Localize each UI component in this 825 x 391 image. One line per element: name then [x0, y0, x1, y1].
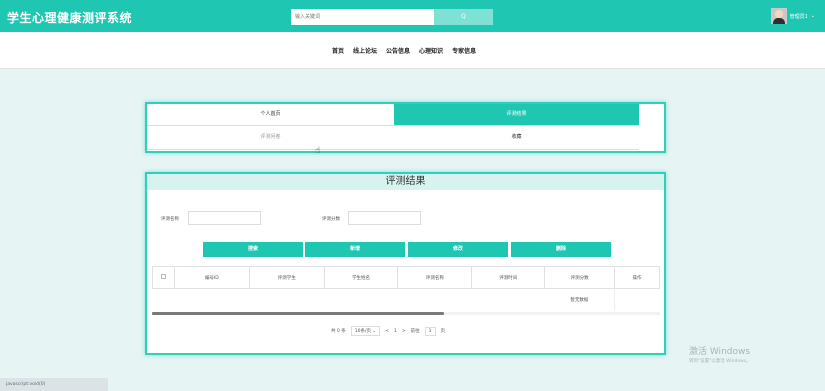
- column-evaluation-name[interactable]: 评测名称: [397, 266, 473, 289]
- current-page[interactable]: 1: [394, 329, 397, 334]
- column-student[interactable]: 评测学生: [248, 266, 325, 289]
- panel-title: 评测结果: [147, 174, 664, 190]
- windows-activation-watermark: 激活 Windows 转到"设置"以激活 Windows。: [689, 344, 751, 364]
- watermark-line2: 转到"设置"以激活 Windows。: [689, 359, 751, 364]
- column-student-name[interactable]: 学生姓名: [323, 266, 399, 289]
- column-evaluation-score[interactable]: 评测分数: [544, 266, 616, 289]
- main-nav: 首页 线上论坛 公告信息 心理知识 专家信息: [0, 32, 825, 69]
- goto-input[interactable]: 1: [424, 326, 436, 336]
- tab-personal-home[interactable]: 个人首页: [147, 104, 394, 125]
- search-button-filter[interactable]: 搜索: [203, 242, 303, 257]
- filter-label-name: 评测名称: [161, 217, 179, 222]
- checkbox-icon[interactable]: [160, 274, 166, 279]
- avatar[interactable]: [770, 8, 787, 24]
- empty-text: 暂无数据: [570, 297, 589, 303]
- browser-status-bar: javascript:void(0): [0, 378, 108, 391]
- search-icon: Q: [461, 13, 466, 20]
- user-menu[interactable]: 管理员1 ⌄: [770, 7, 815, 25]
- filter-input-score[interactable]: [348, 211, 421, 225]
- site-title[interactable]: 学生心理健康测评系统: [7, 9, 132, 26]
- add-button[interactable]: 新增: [305, 242, 405, 257]
- tab-questionnaire[interactable]: 评测问卷: [147, 127, 394, 148]
- delete-button[interactable]: 删除: [511, 242, 611, 257]
- tab-divider: [147, 149, 639, 150]
- table-header-row: 编号ID 评测学生 学生姓名 评测名称 评测时间 评测分数 操作: [152, 266, 660, 289]
- edit-button[interactable]: 修改: [408, 242, 508, 257]
- tab-evaluation-results[interactable]: 评测结果: [394, 104, 639, 125]
- profile-tabs-panel: 个人首页 评测结果 评测问卷 收藏: [145, 102, 666, 153]
- column-evaluation-time[interactable]: 评测时间: [471, 266, 546, 289]
- watermark-line1: 激活 Windows: [689, 347, 751, 357]
- filter-label-score: 评测分数: [322, 217, 340, 222]
- nav-item-forum[interactable]: 线上论坛: [353, 46, 377, 55]
- filter-input-name[interactable]: [188, 211, 261, 225]
- pagination: 共 0 条 10条/页 ⌄ < 1 > 前往 1 页: [331, 326, 445, 336]
- page-suffix: 页: [440, 329, 446, 334]
- table-empty-row: 暂无数据: [153, 288, 660, 311]
- next-page-button[interactable]: >: [402, 329, 406, 334]
- search-input[interactable]: [291, 9, 434, 25]
- top-header: 学生心理健康测评系统 Q 管理员1 ⌄: [0, 0, 825, 32]
- column-id[interactable]: 编号ID: [173, 266, 250, 289]
- goto-label: 前往: [410, 329, 420, 334]
- user-name[interactable]: 管理员1: [790, 13, 808, 20]
- select-all-checkbox[interactable]: [152, 266, 175, 289]
- horizontal-scrollbar-thumb[interactable]: [152, 312, 444, 315]
- nav-item-home[interactable]: 首页: [332, 46, 344, 55]
- tab-favorites[interactable]: 收藏: [394, 127, 639, 148]
- hand-cursor-icon: ☝: [315, 146, 321, 156]
- nav-item-announcements[interactable]: 公告信息: [386, 46, 410, 55]
- nav-item-psychology-knowledge[interactable]: 心理知识: [419, 46, 443, 55]
- search-button[interactable]: Q: [434, 9, 493, 25]
- nav-item-experts[interactable]: 专家信息: [452, 46, 476, 55]
- total-count: 共 0 条: [331, 329, 346, 334]
- column-actions: 操作: [614, 266, 660, 289]
- results-table: 编号ID 评测学生 学生姓名 评测名称 评测时间 评测分数 操作 暂无数据: [152, 266, 660, 311]
- page-size-select[interactable]: 10条/页 ⌄: [350, 326, 381, 336]
- tab-divider: [147, 125, 639, 126]
- prev-page-button[interactable]: <: [385, 329, 389, 334]
- chevron-down-icon[interactable]: ⌄: [811, 13, 815, 19]
